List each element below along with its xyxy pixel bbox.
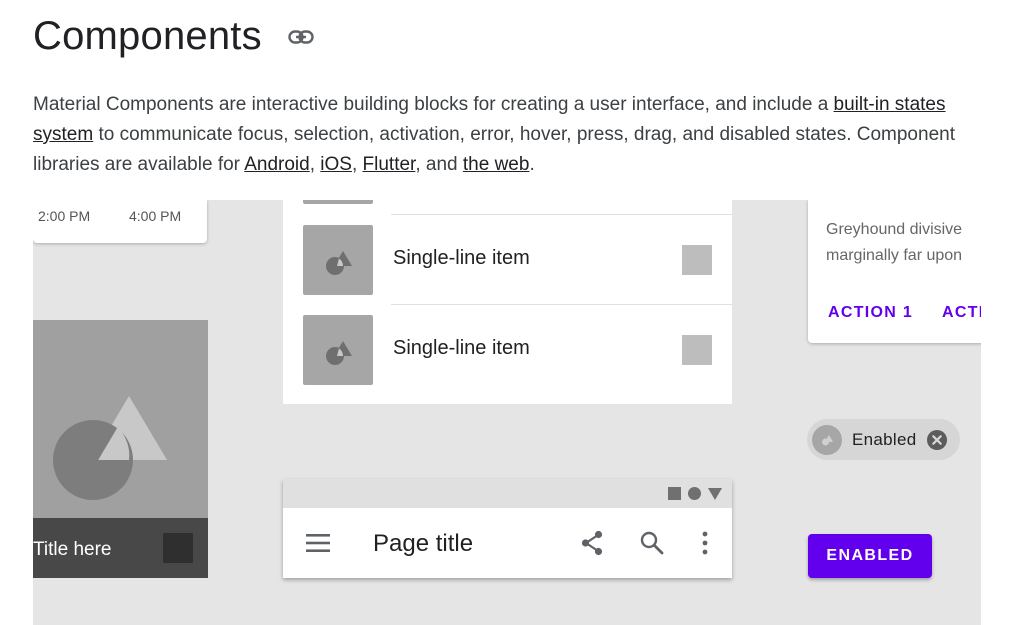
- card-body-line: Greyhound divisive: [826, 221, 963, 238]
- app-bar-title: Page title: [373, 530, 474, 557]
- list-item-label: Single-line item: [393, 247, 530, 269]
- link-icon[interactable]: [288, 24, 314, 50]
- list-thumbnail: [303, 200, 373, 204]
- status-icons: [661, 487, 722, 500]
- app-bar-frame: Page title: [283, 479, 732, 578]
- chip-avatar: [812, 424, 842, 455]
- status-triangle-icon: [708, 487, 722, 500]
- list-divider: [391, 214, 732, 215]
- more-vert-icon[interactable]: [695, 530, 715, 556]
- intro-text: .: [529, 154, 535, 175]
- cancel-circle-icon[interactable]: [926, 429, 947, 450]
- android-link[interactable]: Android: [244, 154, 310, 175]
- list-item[interactable]: Single-line item: [283, 304, 732, 394]
- intro-separator: ,: [309, 154, 321, 175]
- list-item[interactable]: Single-line item: [283, 214, 732, 304]
- title-row: Components: [33, 14, 314, 59]
- ios-link[interactable]: iOS: [320, 154, 352, 175]
- list-item-checkbox[interactable]: [682, 245, 712, 275]
- shapes-icon: [53, 396, 167, 500]
- components-showcase: 2:00 PM 4:00 PM Title here Single-line i: [33, 200, 981, 625]
- status-circle-icon: [688, 487, 701, 500]
- page-title: Components: [33, 14, 262, 58]
- chip-label: Enabled: [852, 429, 917, 449]
- card-body-line: marginally far upon: [826, 247, 963, 264]
- search-icon[interactable]: [639, 530, 665, 556]
- tile-title-bar: Title here: [33, 518, 208, 578]
- time-picker-card: 2:00 PM 4:00 PM: [33, 200, 207, 243]
- top-app-bar: Page title: [283, 508, 732, 578]
- text-card: Greyhound divisive marginally far upon A…: [808, 200, 981, 343]
- tile-action[interactable]: [163, 533, 193, 563]
- intro-paragraph: Material Components are interactive buil…: [33, 90, 983, 180]
- card-action-1-button[interactable]: ACTION 1: [828, 304, 913, 322]
- list-thumbnail: [303, 225, 373, 295]
- shapes-icon: [822, 434, 833, 445]
- flutter-link[interactable]: Flutter: [363, 154, 416, 175]
- time-option[interactable]: 2:00 PM: [38, 208, 90, 224]
- intro-separator: , and: [415, 154, 463, 175]
- input-chip[interactable]: Enabled: [807, 419, 960, 460]
- list-item-checkbox[interactable]: [682, 335, 712, 365]
- list-item-label: Single-line item: [393, 337, 530, 359]
- tile-title: Title here: [33, 539, 112, 560]
- status-bar: [283, 479, 732, 508]
- shapes-icon: [326, 341, 352, 365]
- shapes-icon: [326, 251, 352, 275]
- list-card: Single-line item Single-line item: [283, 200, 732, 404]
- intro-separator: ,: [351, 154, 363, 175]
- card-action-2-button[interactable]: ACTI: [942, 304, 981, 322]
- card-body: Greyhound divisive marginally far upon: [826, 217, 981, 269]
- intro-text: Material Components are interactive buil…: [33, 94, 834, 115]
- list-thumbnail: [303, 315, 373, 385]
- menu-icon[interactable]: [305, 531, 331, 555]
- image-list-tile[interactable]: Title here: [33, 320, 208, 578]
- enabled-button[interactable]: ENABLED: [808, 534, 932, 578]
- web-link[interactable]: the web: [463, 154, 530, 175]
- time-option[interactable]: 4:00 PM: [129, 208, 181, 224]
- status-square-icon: [668, 487, 681, 500]
- list-divider: [391, 304, 732, 305]
- share-icon[interactable]: [579, 530, 605, 556]
